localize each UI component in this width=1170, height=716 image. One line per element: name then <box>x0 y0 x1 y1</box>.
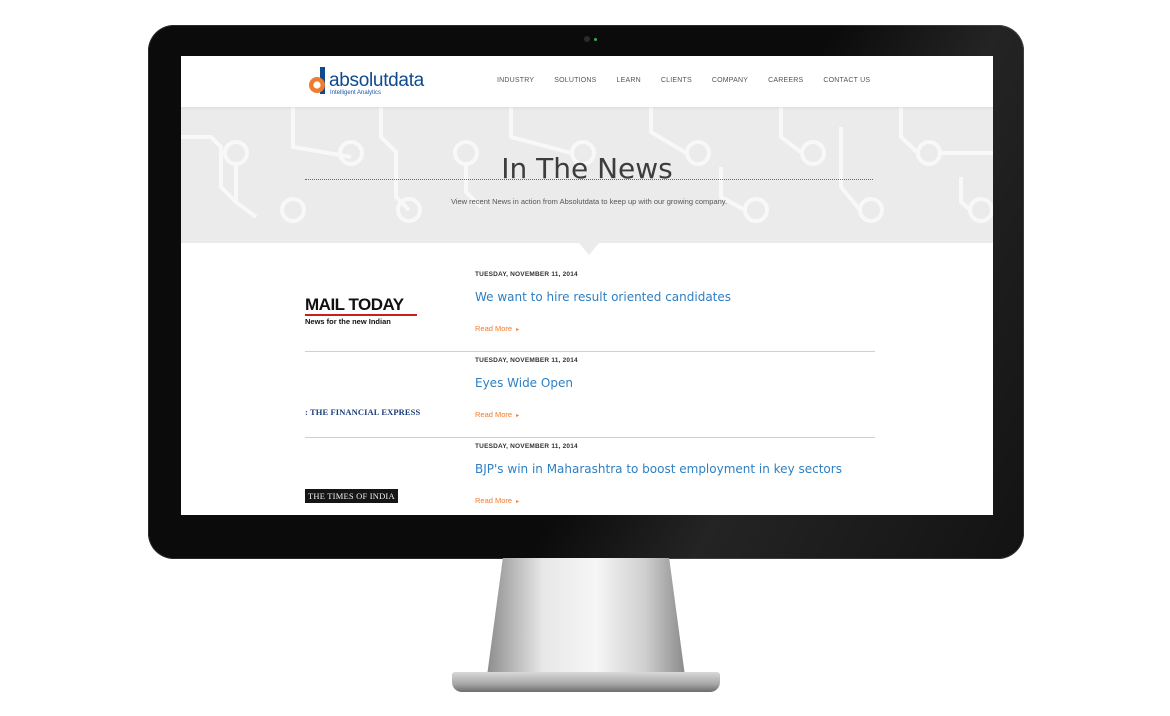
financial-express-wordmark: : THE FINANCIAL EXPRESS <box>305 407 421 417</box>
chevron-right-icon: ▸ <box>516 413 520 419</box>
nav-company[interactable]: COMPANY <box>712 77 748 84</box>
read-more-link[interactable]: Read More ▸ <box>475 410 519 419</box>
news-item: THE TIMES OF INDIA TUESDAY, NOVEMBER 11,… <box>305 438 875 515</box>
nav-contact-us[interactable]: CONTACT US <box>823 77 870 84</box>
chevron-right-icon: ▸ <box>516 327 520 333</box>
news-headline-link[interactable]: We want to hire result oriented candidat… <box>475 290 731 304</box>
read-more-label: Read More <box>475 496 513 505</box>
nav-solutions[interactable]: SOLUTIONS <box>554 77 596 84</box>
publication-logo-mail-today: MAIL TODAY News for the new Indian <box>305 296 423 326</box>
news-item: : THE FINANCIAL EXPRESS TUESDAY, NOVEMBE… <box>305 352 875 438</box>
read-more-link[interactable]: Read More ▸ <box>475 496 519 505</box>
hero-banner: In The News View recent News in action f… <box>181 107 993 243</box>
monitor-stand <box>487 558 685 676</box>
publication-logo-times-of-india: THE TIMES OF INDIA <box>305 486 423 504</box>
title-divider <box>305 179 873 180</box>
news-headline-link[interactable]: BJP's win in Maharashtra to boost employ… <box>475 462 842 476</box>
hero-pointer-arrow <box>579 243 599 255</box>
brand-name: absolutdata <box>329 70 424 91</box>
news-date: TUESDAY, NOVEMBER 11, 2014 <box>475 271 578 278</box>
nav-learn[interactable]: LEARN <box>617 77 641 84</box>
news-date: TUESDAY, NOVEMBER 11, 2014 <box>475 443 578 450</box>
brand-tagline: Intelligent Analytics <box>330 90 382 96</box>
news-date: TUESDAY, NOVEMBER 11, 2014 <box>475 357 578 364</box>
chevron-right-icon: ▸ <box>516 499 520 505</box>
mail-today-rule <box>305 314 417 316</box>
website-screen: absolutdata Intelligent Analytics INDUST… <box>181 56 993 515</box>
read-more-link[interactable]: Read More ▸ <box>475 324 519 333</box>
page-subtitle: View recent News in action from Absolutd… <box>450 196 728 206</box>
site-header: absolutdata Intelligent Analytics INDUST… <box>181 56 993 107</box>
publication-logo-financial-express: : THE FINANCIAL EXPRESS <box>305 402 423 420</box>
read-more-label: Read More <box>475 410 513 419</box>
mail-today-wordmark: MAIL TODAY <box>305 295 404 314</box>
news-item: MAIL TODAY News for the new Indian TUESD… <box>305 266 875 352</box>
nav-careers[interactable]: CAREERS <box>768 77 803 84</box>
monitor-stand-base <box>452 672 720 692</box>
news-list: MAIL TODAY News for the new Indian TUESD… <box>305 266 875 515</box>
read-more-label: Read More <box>475 324 513 333</box>
camera-icon <box>584 36 590 42</box>
nav-clients[interactable]: CLIENTS <box>661 77 692 84</box>
nav-industry[interactable]: INDUSTRY <box>497 77 534 84</box>
mail-today-tagline: News for the new Indian <box>305 317 391 326</box>
logo-d-icon <box>309 67 325 94</box>
times-of-india-wordmark: THE TIMES OF INDIA <box>305 489 398 503</box>
brand-logo[interactable]: absolutdata Intelligent Analytics <box>307 66 447 98</box>
main-nav: INDUSTRY SOLUTIONS LEARN CLIENTS COMPANY… <box>497 77 890 84</box>
camera-led-icon <box>594 38 597 41</box>
news-headline-link[interactable]: Eyes Wide Open <box>475 376 573 390</box>
